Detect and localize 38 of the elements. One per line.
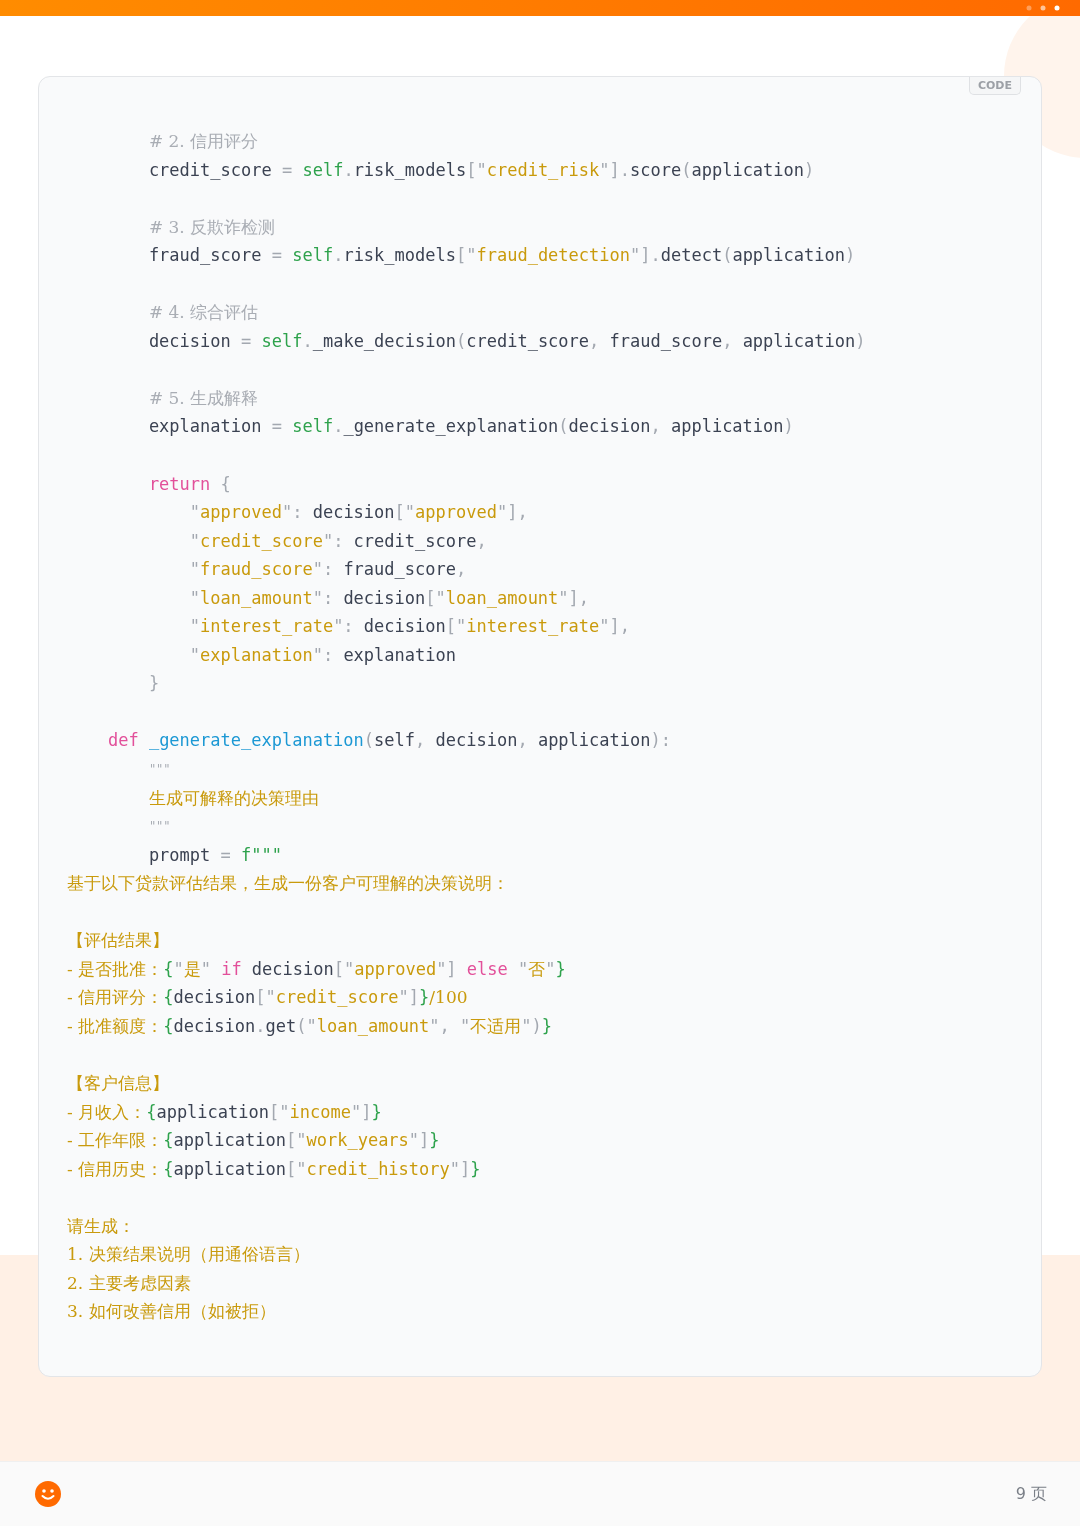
code-line: - 是否批准：{"是" if decision["approved"] else "否"} xyxy=(67,957,567,981)
code-line: # 5. 生成解释 xyxy=(147,386,260,410)
code-line: - 信用历史：{application["credit_history"]} xyxy=(67,1157,482,1181)
code-line: 【评估结果】 xyxy=(67,929,170,953)
code-line: # 3. 反欺诈检测 xyxy=(147,215,277,239)
code-line: 基于以下贷款评估结果，生成一份客户可理解的决策说明： xyxy=(67,872,510,896)
code-line: "explanation": explanation xyxy=(188,643,457,667)
code-line: 3. 如何改善信用（如被拒） xyxy=(67,1300,277,1324)
code-line: # 2. 信用评分 xyxy=(147,130,260,153)
code-line: - 批准额度：{decision.get("loan_amount", "不适用")} xyxy=(67,1014,554,1038)
code-line: "loan_amount": decision["loan_amount"], xyxy=(188,586,591,610)
code-line: 【客户信息】 xyxy=(67,1072,170,1096)
code-line: "credit_score": credit_score, xyxy=(188,529,488,553)
code-line: prompt = f""" xyxy=(147,843,283,867)
smiley-icon xyxy=(35,1481,61,1507)
code-line: } xyxy=(147,672,161,696)
page-number: 9 页 xyxy=(1015,1483,1047,1505)
code-line: "approved": decision["approved"], xyxy=(188,501,529,525)
code-line: explanation = self._generate_explanation(decision, application) xyxy=(147,415,795,439)
code-line: fraud_score = self.risk_models["fraud_detection"].detect(application) xyxy=(147,244,857,268)
code-line: - 月收入：{application["income"]} xyxy=(67,1100,383,1124)
code-line: """ xyxy=(147,818,172,836)
code-line: # 4. 综合评估 xyxy=(147,301,260,325)
code-line: 1. 决策结果说明（用通俗语言） xyxy=(67,1243,311,1267)
code-label: CODE xyxy=(968,77,1021,95)
code-line: 请生成： xyxy=(67,1214,136,1238)
dots-icon xyxy=(1026,5,1060,11)
code-line: decision = self._make_decision(credit_score, fraud_score, application) xyxy=(147,329,867,353)
code-line: credit_score = self.risk_models["credit_risk"].score(application) xyxy=(147,158,816,182)
code-line: - 信用评分：{decision["credit_score"]}/100 xyxy=(67,986,469,1010)
code-line: - 工作年限：{application["work_years"]} xyxy=(67,1129,441,1153)
code-line: def _generate_explanation(self, decision, application): xyxy=(106,729,672,753)
code-line: 2. 主要考虑因素 xyxy=(67,1271,192,1295)
code-line: "interest_rate": decision["interest_rate"], xyxy=(188,615,631,639)
code-line: return { xyxy=(147,472,232,496)
code-line: 生成可解释的决策理由 xyxy=(147,786,320,810)
code-line: "fraud_score": fraud_score, xyxy=(188,558,468,582)
code-line: """ xyxy=(147,761,172,779)
